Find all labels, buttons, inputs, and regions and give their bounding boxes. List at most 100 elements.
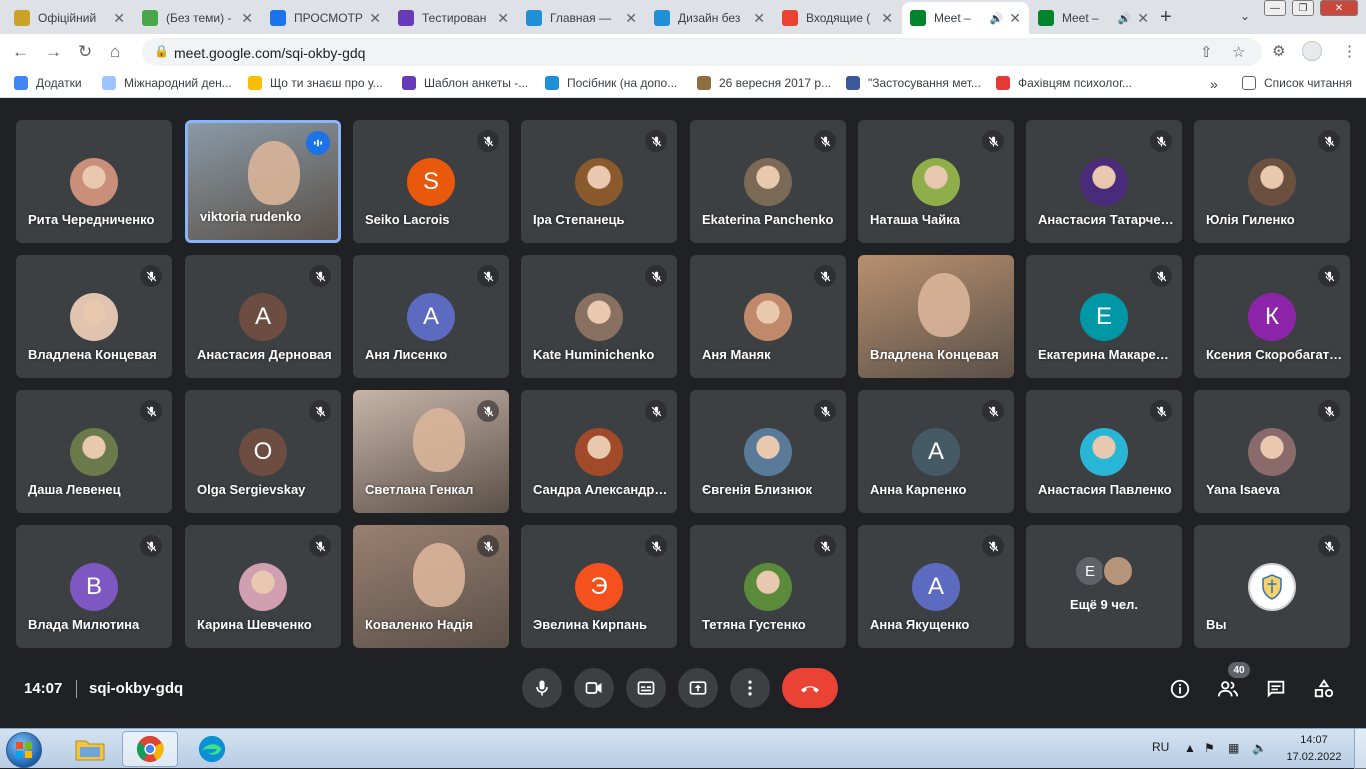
chrome-menu-icon[interactable]: ⋮ [1342, 42, 1357, 60]
browser-tab-4[interactable]: Главная — ✕ [518, 2, 645, 34]
back-icon[interactable]: ← [12, 42, 29, 62]
participant-tile[interactable]: Тетяна Густенко [690, 525, 846, 648]
tray-clock-date[interactable]: 17.02.2022 [1280, 751, 1348, 763]
volume-icon[interactable]: 🔈 [1252, 741, 1267, 755]
participant-tile[interactable]: Е Екатерина Макаренко [1026, 255, 1182, 378]
chat-button[interactable] [1264, 677, 1288, 701]
participant-tile[interactable]: А Анна Карпенко [858, 390, 1014, 513]
taskbar-chrome[interactable] [122, 731, 178, 767]
browser-tab-5[interactable]: Дизайн без ✕ [646, 2, 773, 34]
start-button[interactable] [6, 732, 42, 768]
participant-tile[interactable]: viktoria rudenko [185, 120, 341, 243]
forward-icon[interactable]: → [45, 42, 62, 62]
url-text[interactable]: meet.google.com/sqi-okby-gdq [174, 45, 365, 61]
close-tab-icon[interactable]: ✕ [113, 10, 125, 27]
tray-expand-icon[interactable]: ▲ [1184, 741, 1196, 755]
reading-list-button[interactable]: Список читання [1242, 76, 1352, 90]
present-screen-button[interactable] [678, 668, 718, 708]
browser-tab-6[interactable]: Входящие (✕ [774, 2, 901, 34]
network-icon[interactable]: ▦ [1228, 741, 1239, 755]
participant-tile[interactable]: А Аня Лисенко [353, 255, 509, 378]
participant-tile[interactable]: Сандра Александрова [521, 390, 677, 513]
participant-tile[interactable]: Yana Isaeva [1194, 390, 1350, 513]
participant-tile[interactable]: Євгенія Близнюк [690, 390, 846, 513]
share-icon[interactable]: ⇧ [1200, 43, 1213, 61]
tab-audio-icon[interactable]: 🔊 [1118, 12, 1132, 25]
participant-tile[interactable]: O Olga Sergievskay [185, 390, 341, 513]
participant-tile[interactable]: Аня Маняк [690, 255, 846, 378]
maximize-window-icon[interactable]: ❐ [1292, 0, 1314, 16]
browser-tab-1[interactable]: (Без теми) - ✕ [134, 2, 261, 34]
close-tab-icon[interactable]: ✕ [881, 10, 893, 27]
minimize-window-icon[interactable]: — [1264, 0, 1286, 16]
participant-tile[interactable]: Владлена Концевая [16, 255, 172, 378]
participant-tile[interactable]: Светлана Генкал [353, 390, 509, 513]
bookmark-item[interactable]: Що ти знаєш про у... [248, 76, 383, 90]
close-tab-icon[interactable]: ✕ [753, 10, 765, 27]
browser-tab-3[interactable]: Тестирован ✕ [390, 2, 517, 34]
bookmarks-overflow-icon[interactable]: » [1210, 76, 1218, 92]
bookmark-item[interactable]: Фахівцям психолог... [996, 76, 1132, 90]
participant-tile[interactable]: Коваленко Надія [353, 525, 509, 648]
more-participants-tile[interactable]: E Ещё 9 чел. [1026, 525, 1182, 648]
taskbar-edge[interactable] [184, 731, 240, 767]
participant-tile[interactable]: Юлія Гиленко [1194, 120, 1350, 243]
participant-tile[interactable]: В Влада Милютина [16, 525, 172, 648]
tab-audio-icon[interactable]: 🔊 [990, 12, 1004, 25]
bookmark-item[interactable]: "Застосування мет... [846, 76, 981, 90]
leave-call-button[interactable] [782, 668, 838, 708]
lock-icon[interactable]: 🔒 [154, 44, 169, 58]
taskbar-explorer[interactable] [62, 731, 118, 767]
profile-avatar[interactable] [1302, 41, 1322, 61]
new-tab-button[interactable]: + [1160, 6, 1172, 29]
close-window-icon[interactable]: ✕ [1320, 0, 1358, 16]
participant-tile[interactable]: Kate Huminichenko [521, 255, 677, 378]
participant-tile[interactable]: Іра Степанець [521, 120, 677, 243]
tab-search-icon[interactable]: ⌄ [1240, 9, 1250, 23]
reload-icon[interactable]: ↻ [78, 42, 92, 62]
extensions-icon[interactable]: ⚙ [1272, 42, 1285, 60]
bookmark-item[interactable]: Додатки [14, 76, 82, 90]
bookmark-item[interactable]: Шаблон анкеты -... [402, 76, 528, 90]
participant-tile[interactable]: S Seiko Lacrois [353, 120, 509, 243]
participant-tile[interactable]: Владлена Концевая [858, 255, 1014, 378]
captions-button[interactable] [626, 668, 666, 708]
close-tab-icon[interactable]: ✕ [625, 10, 637, 27]
tray-clock-time[interactable]: 14:07 [1292, 734, 1336, 746]
browser-tab-0[interactable]: Офіційний ✕ [6, 2, 133, 34]
close-tab-icon[interactable]: ✕ [497, 10, 509, 27]
meeting-details-button[interactable] [1168, 677, 1192, 701]
participant-tile[interactable]: Карина Шевченко [185, 525, 341, 648]
microphone-button[interactable] [522, 668, 562, 708]
participant-tile[interactable]: А Анастасия Дерновая [185, 255, 341, 378]
close-tab-icon[interactable]: ✕ [241, 10, 253, 27]
input-language[interactable]: RU [1152, 740, 1169, 754]
bookmark-item[interactable]: 26 вересня 2017 р... [697, 76, 831, 90]
bookmark-star-icon[interactable]: ☆ [1232, 43, 1245, 61]
participant-tile[interactable]: Рита Чередниченко [16, 120, 172, 243]
more-options-button[interactable] [730, 668, 770, 708]
bookmark-item[interactable]: Посібник (на допо... [545, 76, 677, 90]
participant-tile[interactable]: Анастасия Павленко [1026, 390, 1182, 513]
home-icon[interactable]: ⌂ [110, 42, 120, 62]
close-tab-icon[interactable]: ✕ [369, 10, 381, 27]
camera-button[interactable] [574, 668, 614, 708]
close-tab-icon[interactable]: ✕ [1137, 10, 1149, 27]
action-center-flag-icon[interactable]: ⚑ [1204, 741, 1215, 755]
browser-tab-2[interactable]: ПРОСМОТР ✕ [262, 2, 389, 34]
browser-tab-8[interactable]: Meet – 🔊 ✕ [1030, 2, 1157, 34]
activities-button[interactable] [1312, 677, 1336, 701]
close-tab-icon[interactable]: ✕ [1009, 10, 1021, 27]
participant-tile[interactable]: Вы [1194, 525, 1350, 648]
browser-tab-7[interactable]: Meet – 🔊 ✕ [902, 2, 1029, 34]
participant-tile[interactable]: Э Эвелина Кирпань [521, 525, 677, 648]
participant-tile[interactable]: Анастасия Татарченко [1026, 120, 1182, 243]
participant-tile[interactable]: Даша Левенец [16, 390, 172, 513]
address-bar[interactable]: 🔒 meet.google.com/sqi-okby-gdq ⇧ ☆ [142, 38, 1262, 66]
participant-tile[interactable]: Наташа Чайка [858, 120, 1014, 243]
participant-tile[interactable]: А Анна Якущенко [858, 525, 1014, 648]
participant-tile[interactable]: К Ксения Скоробагатько [1194, 255, 1350, 378]
participants-button[interactable] [1216, 677, 1240, 701]
participant-tile[interactable]: Ekaterina Panchenko [690, 120, 846, 243]
show-desktop-button[interactable] [1354, 729, 1366, 769]
